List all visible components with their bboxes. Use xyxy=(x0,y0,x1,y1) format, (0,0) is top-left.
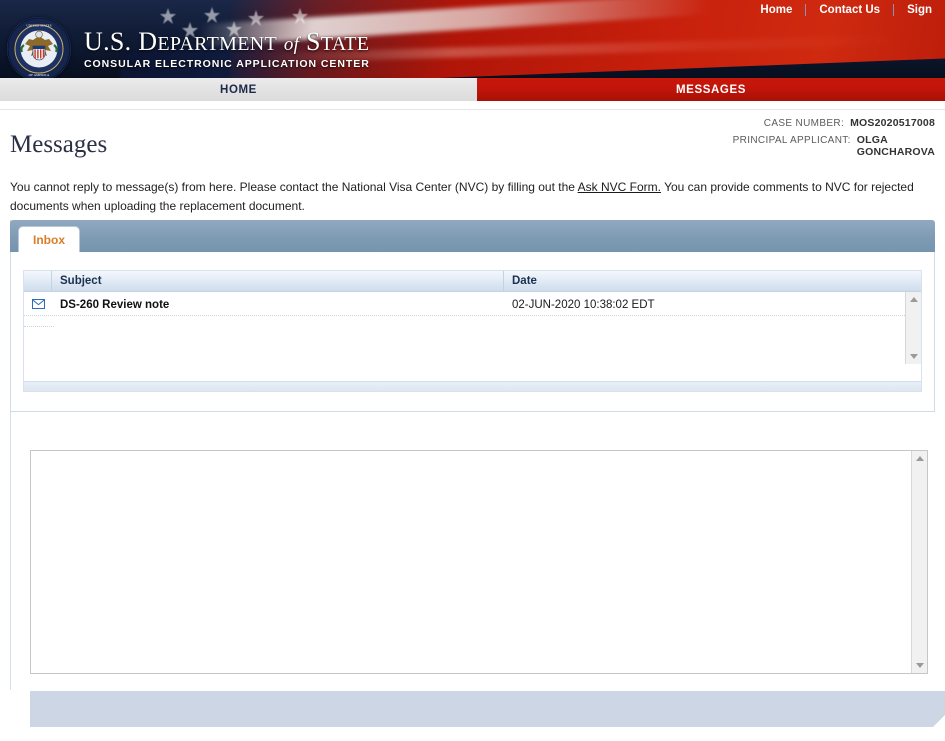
department-of-state-seal-icon: UNITED STATES OF AMERICA xyxy=(7,17,71,78)
tab-body: Subject Date DS-260 Review note 02-JUN-2… xyxy=(10,252,935,412)
intro-text: You cannot reply to message(s) from here… xyxy=(10,178,935,215)
nav-tab-home[interactable]: HOME xyxy=(0,78,477,101)
column-header-subject[interactable]: Subject xyxy=(52,271,504,291)
topnav-home-link[interactable]: Home xyxy=(747,0,805,20)
scroll-up-arrow[interactable] xyxy=(912,451,928,466)
brand-lockup: U.S. DEPARTMENT of STATE CONSULAR ELECTR… xyxy=(84,27,370,71)
case-number-value: MOS2020517008 xyxy=(850,117,935,129)
footer-bar xyxy=(30,691,945,728)
column-header-date[interactable]: Date xyxy=(504,271,921,291)
messages-grid-body: DS-260 Review note 02-JUN-2020 10:38:02 … xyxy=(24,292,921,381)
scroll-up-arrow[interactable] xyxy=(906,292,922,307)
column-header-date-label: Date xyxy=(512,275,537,287)
message-icon-cell xyxy=(24,298,52,309)
header-divider xyxy=(0,109,945,110)
message-detail-panel xyxy=(30,450,928,674)
principal-applicant-label: PRINCIPAL APPLICANT: xyxy=(732,134,851,146)
utility-nav: Home Contact Us Sign xyxy=(747,0,945,20)
principal-applicant-value: OLGA GONCHAROVA xyxy=(857,134,935,159)
messages-grid-footer xyxy=(24,381,921,391)
principal-applicant-row: PRINCIPAL APPLICANT: OLGA GONCHAROVA xyxy=(733,134,935,159)
applicant-first-name: OLGA xyxy=(856,133,888,146)
page-title: Messages xyxy=(10,131,108,158)
intro-text-part1: You cannot reply to message(s) from here… xyxy=(10,180,578,194)
message-subject-text[interactable]: DS-260 Review note xyxy=(60,299,169,311)
messages-grid: Subject Date DS-260 Review note 02-JUN-2… xyxy=(23,270,922,392)
messages-grid-header: Subject Date xyxy=(24,271,921,292)
column-header-subject-label: Subject xyxy=(60,275,102,287)
ask-nvc-form-link[interactable]: Ask NVC Form. xyxy=(578,180,661,194)
site-banner: Home Contact Us Sign UNITED STATES OF AM… xyxy=(0,0,945,78)
main-navigation: HOME MESSAGES xyxy=(0,78,945,101)
messages-grid-scrollbar[interactable] xyxy=(905,292,921,364)
envelope-icon xyxy=(31,298,45,309)
scroll-down-arrow[interactable] xyxy=(906,349,922,364)
case-info: CASE NUMBER: MOS2020517008 PRINCIPAL APP… xyxy=(733,117,935,163)
message-date-cell: 02-JUN-2020 10:38:02 EDT xyxy=(504,295,921,313)
tab-inbox-label: Inbox xyxy=(33,232,65,247)
scroll-down-arrow[interactable] xyxy=(912,658,928,673)
case-number-label: CASE NUMBER: xyxy=(763,118,845,129)
message-subject-cell: DS-260 Review note xyxy=(52,295,504,313)
messages-tab-panel: Inbox Subject Date DS-260 Review note 02… xyxy=(10,220,935,412)
row-separator xyxy=(24,326,54,327)
nav-tab-messages[interactable]: MESSAGES xyxy=(477,78,945,101)
message-detail-scrollbar[interactable] xyxy=(911,451,927,673)
brand-title: U.S. DEPARTMENT of STATE xyxy=(84,27,370,56)
topnav-sign-out-link[interactable]: Sign xyxy=(894,0,945,20)
tab-inbox[interactable]: Inbox xyxy=(18,226,80,252)
table-row[interactable]: DS-260 Review note 02-JUN-2020 10:38:02 … xyxy=(24,292,921,316)
svg-text:UNITED STATES: UNITED STATES xyxy=(26,24,51,28)
applicant-last-name: GONCHAROVA xyxy=(856,146,935,159)
brand-subtitle: CONSULAR ELECTRONIC APPLICATION CENTER xyxy=(84,58,370,70)
tab-strip: Inbox xyxy=(10,220,935,252)
column-header-icon xyxy=(24,271,52,291)
svg-text:OF AMERICA: OF AMERICA xyxy=(29,73,50,77)
message-detail-body xyxy=(31,451,927,467)
message-date-text: 02-JUN-2020 10:38:02 EDT xyxy=(512,298,655,311)
topnav-contact-us-link[interactable]: Contact Us xyxy=(806,0,893,20)
case-number-row: CASE NUMBER: MOS2020517008 xyxy=(733,117,935,130)
